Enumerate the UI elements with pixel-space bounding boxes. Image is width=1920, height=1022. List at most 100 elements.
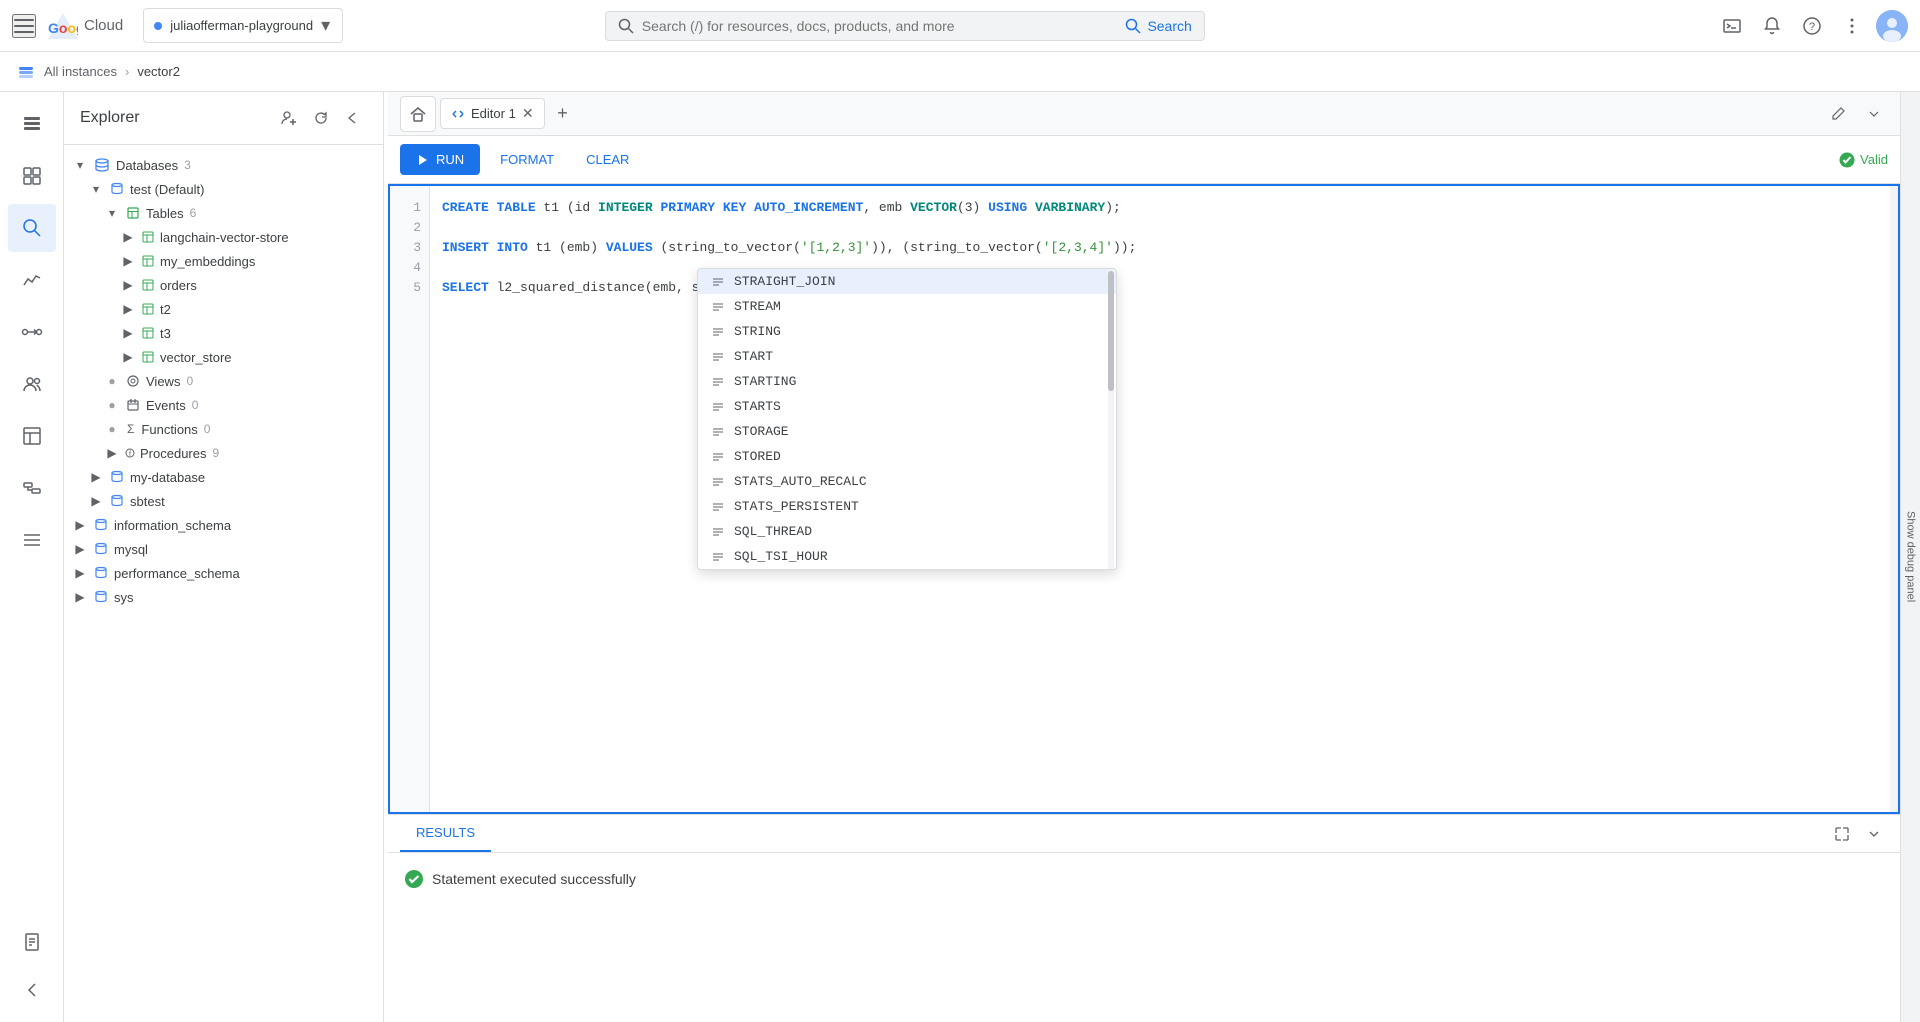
autocomplete-item-starts[interactable]: STARTS bbox=[698, 394, 1116, 419]
editor-scrollbar[interactable] bbox=[1890, 186, 1898, 812]
tab-more-button[interactable] bbox=[1860, 100, 1888, 128]
my-database-item[interactable]: ▶ my-database ⋮ bbox=[64, 465, 383, 489]
pencil-icon bbox=[1830, 106, 1846, 122]
table-item-vector-store[interactable]: ▶ vector_store ⋮ bbox=[64, 345, 383, 369]
table-item-t3[interactable]: ▶ t3 ⋮ bbox=[64, 321, 383, 345]
information-schema-item[interactable]: ▶ information_schema ⋮ bbox=[64, 513, 383, 537]
table-item-orders[interactable]: ▶ orders ⋮ bbox=[64, 273, 383, 297]
autocomplete-item-starting[interactable]: STARTING bbox=[698, 369, 1116, 394]
events-toggle: ● bbox=[104, 398, 120, 412]
format-button[interactable]: FORMAT bbox=[488, 144, 566, 175]
migrate-icon bbox=[21, 477, 43, 499]
functions-group[interactable]: ● Σ Functions 0 ⋮ bbox=[64, 417, 383, 441]
expand-results-button[interactable] bbox=[1828, 820, 1856, 848]
views-label: Views bbox=[146, 374, 180, 389]
project-selector[interactable]: juliaofferman-playground ▾ bbox=[143, 8, 343, 43]
nav-reports-button[interactable] bbox=[8, 918, 56, 966]
tables-group[interactable]: ▾ Tables 6 ⋮ bbox=[64, 201, 383, 225]
autocomplete-item-sql-thread[interactable]: SQL_THREAD bbox=[698, 519, 1116, 544]
google-cloud-logo: Google Cloud bbox=[48, 13, 123, 39]
info-schema-toggle: ▶ bbox=[72, 518, 88, 532]
run-button[interactable]: RUN bbox=[400, 144, 480, 175]
sbtest-item[interactable]: ▶ sbtest ⋮ bbox=[64, 489, 383, 513]
results-content: Statement executed successfully bbox=[388, 853, 1900, 1014]
test-db-item[interactable]: ▾ test (Default) ⋮ bbox=[64, 177, 383, 201]
editor-tab-icon bbox=[451, 107, 465, 121]
collapse-results-button[interactable] bbox=[1860, 820, 1888, 848]
table-item-langchain[interactable]: ▶ langchain-vector-store ⋮ bbox=[64, 225, 383, 249]
home-tab-button[interactable] bbox=[400, 96, 436, 132]
results-tab[interactable]: RESULTS bbox=[400, 815, 491, 852]
kw-icon-9 bbox=[710, 500, 726, 514]
table-item-embeddings[interactable]: ▶ my_embeddings ⋮ bbox=[64, 249, 383, 273]
add-connection-button[interactable] bbox=[275, 104, 303, 132]
table-item-t2[interactable]: ▶ t2 ⋮ bbox=[64, 297, 383, 321]
views-group[interactable]: ● Views 0 ⋮ bbox=[64, 369, 383, 393]
refresh-button[interactable] bbox=[307, 104, 335, 132]
clear-button[interactable]: CLEAR bbox=[574, 144, 641, 175]
autocomplete-item-stored[interactable]: STORED bbox=[698, 444, 1116, 469]
breadcrumb-separator: › bbox=[125, 64, 129, 79]
valid-label: Valid bbox=[1860, 152, 1888, 167]
terminal-icon-button[interactable] bbox=[1716, 10, 1748, 42]
nav-list-button[interactable] bbox=[8, 516, 56, 564]
kw-icon-8 bbox=[710, 475, 726, 489]
hamburger-menu-button[interactable] bbox=[12, 14, 36, 38]
nav-home-button[interactable] bbox=[8, 100, 56, 148]
table-small-icon4 bbox=[142, 303, 154, 315]
main-layout: Explorer ▾ Databases 3 ⋮ bbox=[0, 92, 1920, 1022]
nav-dashboard-button[interactable] bbox=[8, 152, 56, 200]
databases-label: Databases bbox=[116, 158, 178, 173]
home-icon bbox=[409, 105, 427, 123]
user-avatar[interactable] bbox=[1876, 10, 1908, 42]
more-options-button[interactable] bbox=[1836, 10, 1868, 42]
autocomplete-item-stats-auto-recalc[interactable]: STATS_AUTO_RECALC bbox=[698, 469, 1116, 494]
ac-item-11-label: SQL_TSI_HOUR bbox=[734, 549, 828, 564]
close-editor1-button[interactable]: ✕ bbox=[522, 105, 534, 122]
check-circle-icon bbox=[1838, 151, 1856, 169]
autocomplete-item-stats-persistent[interactable]: STATS_PERSISTENT bbox=[698, 494, 1116, 519]
ac-item-5-label: STARTS bbox=[734, 399, 781, 414]
help-button[interactable]: ? bbox=[1796, 10, 1828, 42]
edit-tab-button[interactable] bbox=[1824, 100, 1852, 128]
events-group[interactable]: ● Events 0 ⋮ bbox=[64, 393, 383, 417]
procedures-count: 9 bbox=[212, 446, 219, 460]
sys-item[interactable]: ▶ sys ⋮ bbox=[64, 585, 383, 609]
nav-connections-button[interactable] bbox=[8, 308, 56, 356]
search-input[interactable] bbox=[642, 18, 1118, 34]
autocomplete-item-sql-tsi-hour[interactable]: SQL_TSI_HOUR bbox=[698, 544, 1116, 569]
nav-monitoring-button[interactable] bbox=[8, 256, 56, 304]
functions-label: Functions bbox=[141, 422, 197, 437]
notifications-button[interactable] bbox=[1756, 10, 1788, 42]
mysql-item[interactable]: ▶ mysql ⋮ bbox=[64, 537, 383, 561]
global-search-bar[interactable]: Search bbox=[605, 11, 1205, 41]
layers-icon bbox=[21, 113, 43, 135]
table-small-icon3 bbox=[142, 279, 154, 291]
editor1-tab[interactable]: Editor 1 ✕ bbox=[440, 98, 545, 129]
databases-group[interactable]: ▾ Databases 3 ⋮ bbox=[64, 153, 383, 177]
autocomplete-item-string[interactable]: STRING bbox=[698, 319, 1116, 344]
cloud-text: Cloud bbox=[84, 17, 123, 34]
autocomplete-item-straight-join[interactable]: STRAIGHT_JOIN bbox=[698, 269, 1116, 294]
breadcrumb-all-instances[interactable]: All instances bbox=[44, 64, 117, 79]
nav-search-button[interactable] bbox=[8, 204, 56, 252]
nav-tables-button[interactable] bbox=[8, 412, 56, 460]
autocomplete-item-stream[interactable]: STREAM bbox=[698, 294, 1116, 319]
performance-schema-item[interactable]: ▶ performance_schema ⋮ bbox=[64, 561, 383, 585]
procedures-group[interactable]: ▶ f Procedures 9 ⋮ bbox=[64, 441, 383, 465]
test-db-label: test (Default) bbox=[130, 182, 204, 197]
collapse-sidebar-button[interactable] bbox=[339, 104, 367, 132]
collapse-left-icon bbox=[21, 979, 43, 1001]
code-editor[interactable]: CREATE TABLE t1 (id INTEGER PRIMARY KEY … bbox=[430, 186, 1890, 812]
autocomplete-item-start[interactable]: START bbox=[698, 344, 1116, 369]
nav-users-button[interactable] bbox=[8, 360, 56, 408]
results-tabs: RESULTS bbox=[388, 815, 1900, 853]
right-panel-toggle[interactable]: Show debug panel bbox=[1900, 92, 1920, 1022]
autocomplete-item-storage[interactable]: STORAGE bbox=[698, 419, 1116, 444]
editor-area[interactable]: 12345 CREATE TABLE t1 (id INTEGER PRIMAR… bbox=[388, 184, 1900, 814]
nav-collapse-button[interactable] bbox=[8, 966, 56, 1014]
search-button[interactable]: Search bbox=[1125, 18, 1191, 34]
run-label: RUN bbox=[436, 152, 464, 167]
nav-migrations-button[interactable] bbox=[8, 464, 56, 512]
add-tab-button[interactable]: + bbox=[549, 100, 577, 128]
